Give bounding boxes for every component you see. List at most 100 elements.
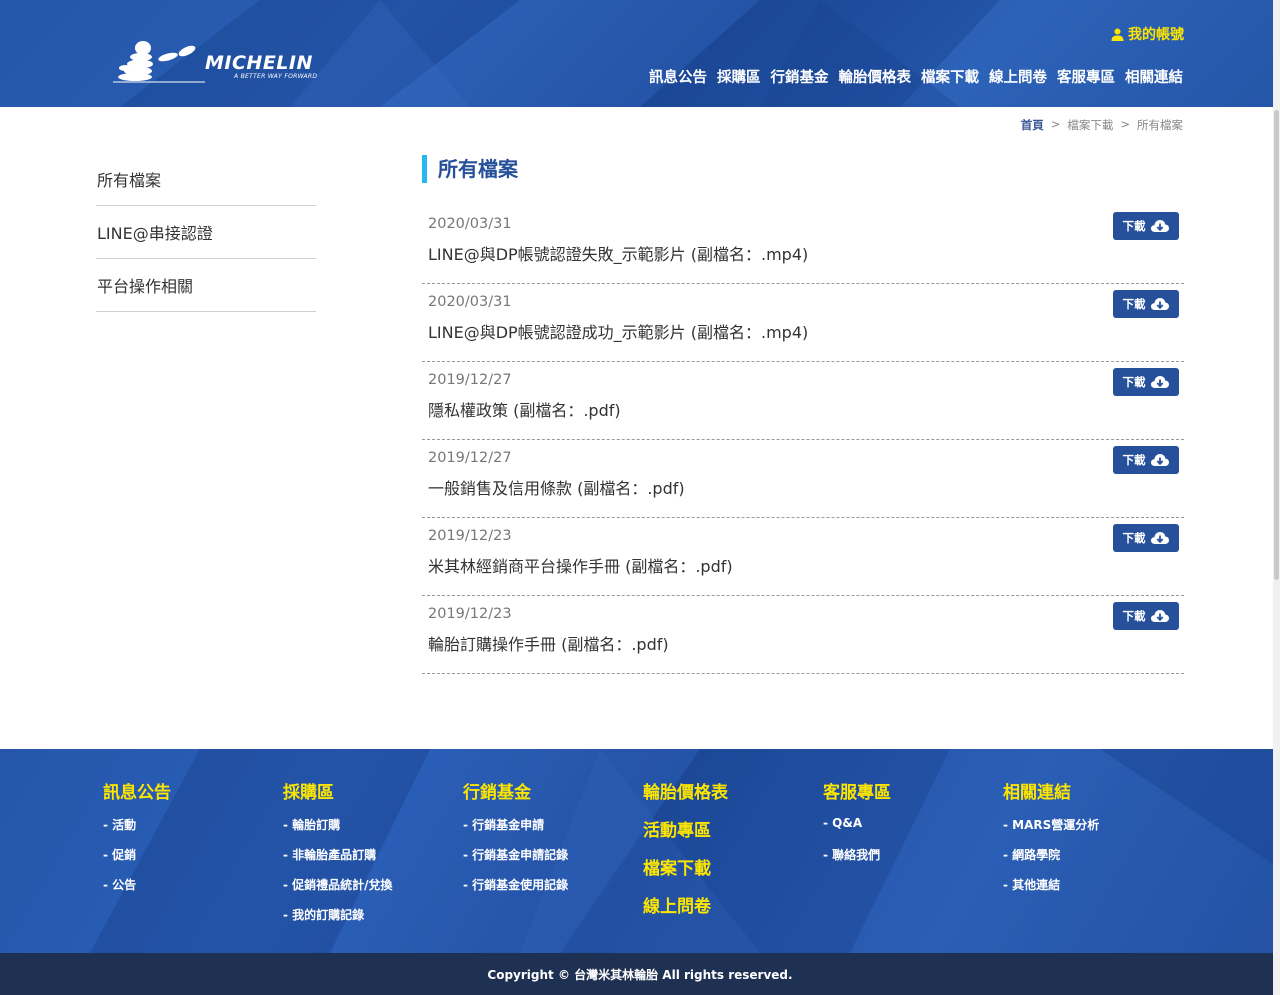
cloud-download-icon (1150, 220, 1169, 232)
footer-link-label: 我的訂購記錄 (292, 908, 365, 922)
cloud-download-icon (1150, 532, 1169, 544)
footer-link-label: 行銷基金使用記錄 (472, 878, 569, 892)
logo-tagline: A BETTER WAY FORWARD (234, 73, 318, 80)
footer-link[interactable]: - 網路學院 (1003, 846, 1099, 876)
download-button[interactable]: 下載 (1113, 212, 1179, 240)
footer-link-label: MARS營運分析 (1012, 818, 1100, 832)
footer-link-online-survey[interactable]: 線上問卷 (643, 892, 728, 930)
file-date: 2019/12/27 (428, 372, 512, 388)
download-button[interactable]: 下載 (1113, 602, 1179, 630)
download-label: 下載 (1122, 609, 1146, 623)
breadcrumb-section[interactable]: 檔案下載 (1067, 117, 1113, 133)
breadcrumb-separator: > (1050, 117, 1061, 131)
cloud-download-icon (1150, 376, 1169, 388)
footer-link[interactable]: - 促銷 (103, 846, 171, 876)
footer-heading-marketing-fund[interactable]: 行銷基金 (463, 778, 568, 803)
footer-link-label: 促銷禮品統計/兌換 (292, 878, 393, 892)
sidebar-item-all-files[interactable]: 所有檔案 (96, 153, 316, 206)
footer-link[interactable]: - 其他連結 (1003, 876, 1099, 906)
file-name: LINE@與DP帳號認證失敗_示範影片 (副檔名：.mp4) (428, 245, 809, 264)
footer-link-events[interactable]: 活動專區 (643, 816, 728, 854)
michelin-logo[interactable]: MICHELIN A BETTER WAY FORWARD (113, 38, 328, 83)
footer-heading-purchasing[interactable]: 採購區 (283, 778, 393, 803)
footer-heading-announcements[interactable]: 訊息公告 (103, 778, 171, 803)
bullet-dash: - (823, 816, 833, 830)
download-label: 下載 (1122, 453, 1146, 467)
footer-link[interactable]: - 聯絡我們 (823, 846, 891, 876)
bullet-dash: - (463, 878, 473, 892)
file-row: 2019/12/27 隱私權政策 (副檔名：.pdf) 下載 (422, 362, 1184, 440)
footer-link-file-download[interactable]: 檔案下載 (643, 854, 728, 892)
file-name: 米其林經銷商平台操作手冊 (副檔名：.pdf) (428, 557, 733, 576)
file-date: 2020/03/31 (428, 294, 512, 310)
bullet-dash: - (1003, 878, 1013, 892)
cloud-download-icon (1150, 298, 1169, 310)
bullet-dash: - (823, 848, 833, 862)
footer-link[interactable]: - 活動 (103, 816, 171, 846)
bibendum-logo-icon (113, 41, 205, 83)
site-footer: 訊息公告 - 活動 - 促銷 - 公告 採購區 - 輪胎訂購 - 非輪胎產品訂購… (0, 749, 1280, 953)
nav-purchasing[interactable]: 採購區 (717, 66, 761, 87)
breadcrumb-home[interactable]: 首頁 (1021, 117, 1044, 133)
footer-link-label: 公告 (112, 878, 137, 892)
footer-link-label: 輪胎訂購 (292, 818, 341, 832)
footer-column-customer-service: 客服專區 - Q&A - 聯絡我們 (823, 778, 891, 876)
file-name: 輪胎訂購操作手冊 (副檔名：.pdf) (428, 635, 669, 654)
file-date: 2019/12/27 (428, 450, 512, 466)
nav-customer-service[interactable]: 客服專區 (1057, 66, 1115, 87)
main-content: 所有檔案 2020/03/31 LINE@與DP帳號認證失敗_示範影片 (副檔名… (422, 155, 1184, 674)
nav-marketing-fund[interactable]: 行銷基金 (771, 66, 829, 87)
download-button[interactable]: 下載 (1113, 446, 1179, 474)
footer-link-label: Q&A (832, 816, 863, 830)
footer-link[interactable]: - 輪胎訂購 (283, 816, 393, 846)
footer-link[interactable]: - MARS營運分析 (1003, 816, 1099, 846)
footer-link[interactable]: - Q&A (823, 816, 891, 846)
footer-link-label: 活動 (112, 818, 137, 832)
my-account-link[interactable]: 我的帳號 (1111, 24, 1184, 44)
file-date: 2020/03/31 (428, 216, 512, 232)
breadcrumb-current: 所有檔案 (1137, 118, 1183, 132)
breadcrumb-separator: > (1120, 117, 1130, 131)
bullet-dash: - (463, 818, 473, 832)
breadcrumb: 首頁 > 檔案下載 > 所有檔案 (1021, 117, 1183, 133)
footer-column-announcements: 訊息公告 - 活動 - 促銷 - 公告 (103, 778, 171, 906)
scrollbar-thumb[interactable] (1274, 110, 1279, 580)
footer-link[interactable]: - 非輪胎產品訂購 (283, 846, 393, 876)
footer-link[interactable]: - 行銷基金使用記錄 (463, 876, 568, 906)
footer-link[interactable]: - 行銷基金申請記錄 (463, 846, 568, 876)
site-header: MICHELIN A BETTER WAY FORWARD 我的帳號 訊息公告 … (0, 0, 1280, 107)
footer-heading-related-links[interactable]: 相關連結 (1003, 778, 1099, 803)
file-name: LINE@與DP帳號認證成功_示範影片 (副檔名：.mp4) (428, 323, 809, 342)
nav-tire-price-list[interactable]: 輪胎價格表 (839, 66, 912, 87)
nav-related-links[interactable]: 相關連結 (1125, 66, 1183, 87)
footer-link[interactable]: - 我的訂購記錄 (283, 906, 393, 936)
footer-link[interactable]: - 公告 (103, 876, 171, 906)
footer-link-label: 網路學院 (1012, 848, 1061, 862)
download-label: 下載 (1122, 375, 1146, 389)
page-scrollbar[interactable] (1273, 0, 1280, 995)
bullet-dash: - (463, 848, 473, 862)
bullet-dash: - (283, 818, 293, 832)
footer-column-quick-links: 輪胎價格表 活動專區 檔案下載 線上問卷 (643, 778, 728, 930)
download-button[interactable]: 下載 (1113, 368, 1179, 396)
download-label: 下載 (1122, 297, 1146, 311)
footer-link[interactable]: - 促銷禮品統計/兌換 (283, 876, 393, 906)
download-button[interactable]: 下載 (1113, 524, 1179, 552)
page-title: 所有檔案 (422, 155, 1184, 183)
nav-file-download[interactable]: 檔案下載 (921, 66, 979, 87)
nav-announcements[interactable]: 訊息公告 (649, 66, 707, 87)
bullet-dash: - (1003, 818, 1013, 832)
download-button[interactable]: 下載 (1113, 290, 1179, 318)
nav-online-survey[interactable]: 線上問卷 (989, 66, 1047, 87)
footer-link-tire-price-list[interactable]: 輪胎價格表 (643, 778, 728, 816)
footer-column-marketing-fund: 行銷基金 - 行銷基金申請 - 行銷基金申請記錄 - 行銷基金使用記錄 (463, 778, 568, 906)
footer-heading-customer-service[interactable]: 客服專區 (823, 778, 891, 803)
sidebar-item-line-auth[interactable]: LINE@串接認證 (96, 206, 316, 259)
footer-link-label: 非輪胎產品訂購 (292, 848, 377, 862)
sidebar-item-platform-operation[interactable]: 平台操作相關 (96, 259, 316, 312)
file-name: 一般銷售及信用條款 (副檔名：.pdf) (428, 479, 685, 498)
bullet-dash: - (103, 818, 113, 832)
footer-link[interactable]: - 行銷基金申請 (463, 816, 568, 846)
footer-link-label: 行銷基金申請 (472, 818, 545, 832)
file-name: 隱私權政策 (副檔名：.pdf) (428, 401, 621, 420)
